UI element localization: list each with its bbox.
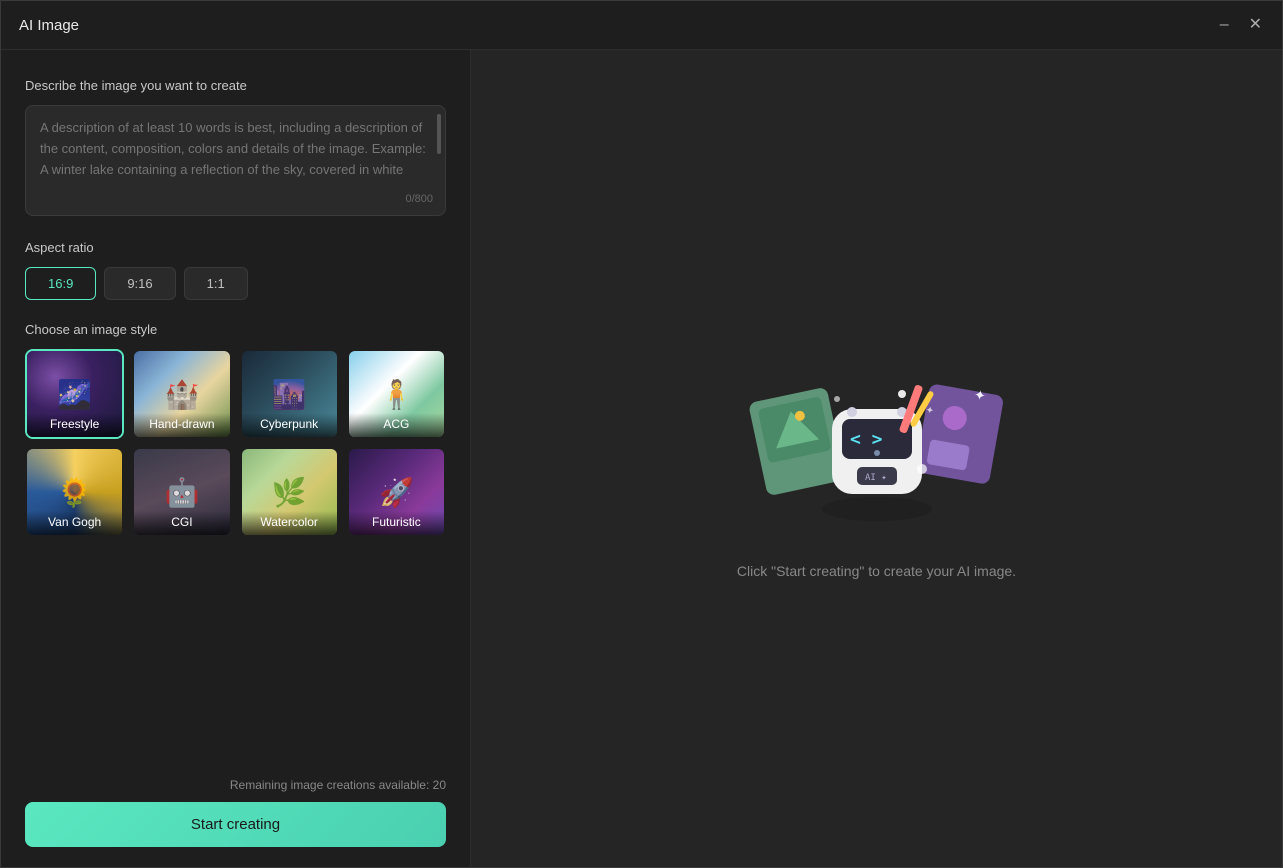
ratio-1-1[interactable]: 1:1 [184,267,248,300]
ratio-16-9[interactable]: 16:9 [25,267,96,300]
description-input[interactable] [40,118,431,198]
char-count: 0/800 [405,193,433,205]
app-window: AI Image – ✕ Describe the image you want… [0,0,1283,868]
aspect-ratio-label: Aspect ratio [25,240,446,255]
style-grid: 🌌 Freestyle 🏰 Hand-drawn 🌆 [25,349,446,537]
main-content: Describe the image you want to create 0/… [1,50,1282,867]
left-panel: Describe the image you want to create 0/… [1,50,471,867]
svg-text:< >: < > [850,429,883,450]
style-vangogh-label: Van Gogh [27,511,122,535]
cyberpunk-icon: 🌆 [272,378,307,411]
freestyle-icon: 🌌 [57,378,92,411]
futuristic-icon: 🚀 [379,476,414,509]
hint-text: Click "Start creating" to create your AI… [737,563,1016,579]
style-futuristic-label: Futuristic [349,511,444,535]
style-acg-label: ACG [349,413,444,437]
style-acg[interactable]: 🧍 ACG [347,349,446,439]
style-section: Choose an image style 🌌 Freestyle 🏰 Hand… [25,322,446,762]
acg-icon: 🧍 [379,378,414,411]
aspect-ratio-section: Aspect ratio 16:9 9:16 1:1 [25,240,446,300]
svg-text:AI ✦: AI ✦ [865,473,887,483]
handdrawn-icon: 🏰 [164,378,199,411]
bottom-area: Remaining image creations available: 20 … [25,762,446,847]
title-bar-controls: – ✕ [1218,15,1264,35]
style-cyberpunk[interactable]: 🌆 Cyberpunk [240,349,339,439]
style-handdrawn[interactable]: 🏰 Hand-drawn [132,349,231,439]
style-futuristic[interactable]: 🚀 Futuristic [347,447,446,537]
textarea-wrapper: 0/800 [25,105,446,216]
ratio-9-16[interactable]: 9:16 [104,267,175,300]
cgi-icon: 🤖 [164,476,199,509]
style-cyberpunk-label: Cyberpunk [242,413,337,437]
ratio-buttons: 16:9 9:16 1:1 [25,267,446,300]
style-cgi-label: CGI [134,511,229,535]
style-handdrawn-label: Hand-drawn [134,413,229,437]
style-freestyle-label: Freestyle [27,413,122,437]
robot-svg: ✦ ✦ < > AI ✦ [747,339,1007,539]
title-bar: AI Image – ✕ [1,1,1282,50]
vangogh-icon: 🌻 [57,476,92,509]
start-creating-button[interactable]: Start creating [25,802,446,847]
close-button[interactable]: ✕ [1247,15,1264,35]
style-watercolor-label: Watercolor [242,511,337,535]
style-cgi[interactable]: 🤖 CGI [132,447,231,537]
style-watercolor[interactable]: 🌿 Watercolor [240,447,339,537]
style-freestyle[interactable]: 🌌 Freestyle [25,349,124,439]
right-panel: ✦ ✦ < > AI ✦ [471,50,1282,867]
remaining-text: Remaining image creations available: 20 [25,778,446,792]
style-vangogh[interactable]: 🌻 Van Gogh [25,447,124,537]
robot-illustration: ✦ ✦ < > AI ✦ [747,339,1007,539]
style-label: Choose an image style [25,322,446,337]
window-title: AI Image [19,17,79,34]
describe-label: Describe the image you want to create [25,78,446,93]
minimize-button[interactable]: – [1218,15,1231,35]
scrollbar-thumb[interactable] [437,114,441,154]
watercolor-icon: 🌿 [272,476,307,509]
